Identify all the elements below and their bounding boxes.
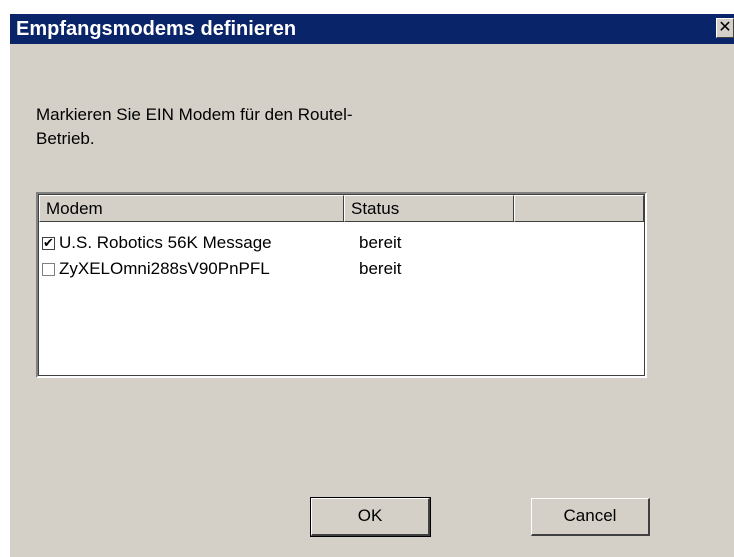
checkmark-icon: ✔ [43, 234, 54, 250]
cancel-button[interactable]: Cancel [531, 498, 650, 536]
ok-button[interactable]: OK [310, 497, 431, 537]
window-title: Empfangsmodems definieren [16, 18, 297, 40]
list-item[interactable]: ZyXELOmni288sV90PnPFL bereit [42, 256, 509, 282]
column-header-modem[interactable]: Modem [39, 195, 344, 222]
instruction-text: Markieren Sie EIN Modem für den Routel-B… [36, 105, 353, 148]
modem-list[interactable]: Modem Status ✔ U.S. Robotics 56K Message… [36, 192, 647, 378]
close-icon: ✕ [718, 19, 732, 36]
list-header: Modem Status [39, 195, 644, 222]
modem-name: ZyXELOmni288sV90PnPFL [59, 259, 270, 278]
modem-checkbox[interactable] [42, 262, 55, 276]
modem-status: bereit [359, 259, 402, 278]
modem-checkbox[interactable]: ✔ [42, 235, 55, 250]
column-header-status[interactable]: Status [344, 195, 514, 222]
title-bar[interactable]: Empfangsmodems definieren ✕ [10, 14, 734, 44]
list-item[interactable]: ✔ U.S. Robotics 56K Message bereit [42, 230, 509, 256]
close-button[interactable]: ✕ [716, 18, 734, 38]
modem-status: bereit [359, 233, 402, 252]
column-header-empty[interactable] [514, 195, 644, 222]
dialog-window: Empfangsmodems definieren ✕ Markieren Si… [10, 14, 734, 557]
modem-name: U.S. Robotics 56K Message [59, 233, 272, 252]
